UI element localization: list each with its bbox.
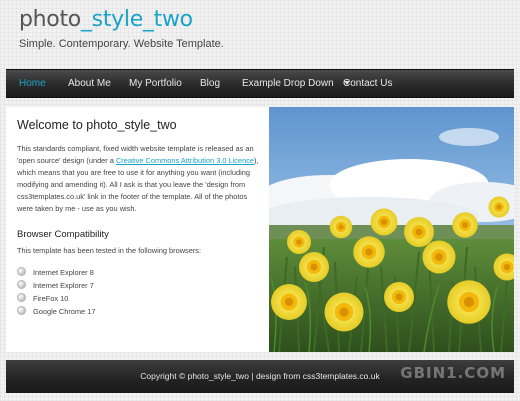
- list-item: Google Chrome 17: [17, 305, 262, 318]
- menu-item-contact-us[interactable]: Contact Us: [343, 70, 392, 97]
- browser-name: Internet Explorer 7: [33, 281, 94, 290]
- list-item: FireFox 10: [17, 292, 262, 305]
- list-item: Internet Explorer 7: [17, 279, 262, 292]
- menu-item-blog[interactable]: Blog: [200, 70, 220, 97]
- footer-text: Copyright © photo_style_two | design fro…: [140, 371, 380, 381]
- bullet-icon: [17, 280, 26, 289]
- menu-item-home[interactable]: Home: [19, 70, 46, 97]
- list-item: Internet Explorer 8: [17, 266, 262, 279]
- menu-item-my-portfolio[interactable]: My Portfolio: [129, 70, 182, 97]
- logo-text-main: photo: [19, 7, 81, 32]
- browser-name: FireFox 10: [33, 294, 69, 303]
- compat-paragraph: This template has been tested in the fol…: [17, 246, 202, 255]
- browser-name: Internet Explorer 8: [33, 268, 94, 277]
- browser-name: Google Chrome 17: [33, 307, 96, 316]
- site-header: photo_style_two Simple. Contemporary. We…: [19, 6, 224, 50]
- daffodils-photo: [269, 107, 514, 352]
- site-footer: Copyright © photo_style_two | design fro…: [6, 360, 514, 393]
- content-area: Welcome to photo_style_two This standard…: [6, 107, 514, 352]
- bullet-icon: [17, 306, 26, 315]
- menu-item-about-me[interactable]: About Me: [68, 70, 111, 97]
- bullet-icon: [17, 267, 26, 276]
- menu-item-example-drop-down-label: Example Drop Down: [242, 78, 334, 89]
- main-menu: Home About Me My Portfolio Blog Example …: [6, 69, 514, 98]
- cc-licence-link[interactable]: Creative Commons Attribution 3.0 Licence: [116, 156, 254, 165]
- intro-paragraph: This standards compliant, fixed width we…: [17, 143, 262, 215]
- watermark-text: GBIN1.COM: [400, 364, 506, 382]
- page-title: Welcome to photo_style_two: [17, 118, 177, 132]
- site-logo[interactable]: photo_style_two: [19, 6, 224, 34]
- main-column: Welcome to photo_style_two This standard…: [17, 118, 262, 318]
- logo-text-accent: _style_two: [80, 7, 193, 32]
- bullet-icon: [17, 293, 26, 302]
- menu-item-example-drop-down[interactable]: Example Drop Down: [242, 70, 350, 97]
- browser-compat-heading: Browser Compatibility: [17, 229, 109, 240]
- site-slogan: Simple. Contemporary. Website Template.: [19, 38, 224, 50]
- browser-list: Internet Explorer 8 Internet Explorer 7 …: [17, 266, 262, 318]
